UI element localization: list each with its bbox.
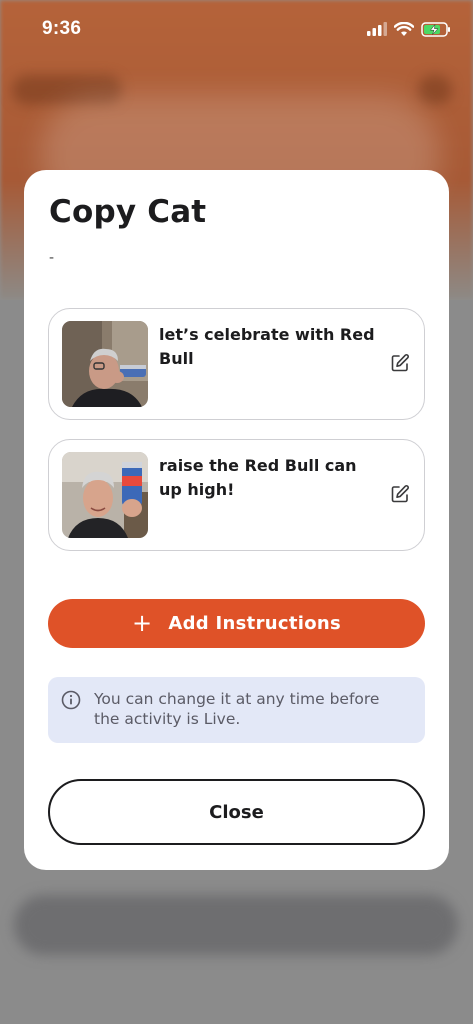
modal-subtitle: - [49,250,55,266]
instruction-card[interactable]: let’s celebrate with Red Bull [48,308,425,420]
status-icons [367,21,451,37]
copy-cat-modal: Copy Cat - let’s celebrate with Red Bull [24,170,449,870]
background-button [14,895,458,955]
instruction-thumbnail [62,452,148,538]
instruction-thumbnail [62,321,148,407]
modal-title: Copy Cat [49,194,207,230]
background-menu-nav [418,75,452,105]
instruction-text: raise the Red Bull can up high! [159,456,357,499]
plus-icon: + [131,608,153,637]
close-button[interactable]: Close [48,779,425,845]
edit-icon [391,354,409,372]
close-button-label: Close [209,801,264,823]
status-time: 9:36 [42,18,82,39]
edit-icon [391,485,409,503]
add-instructions-label: Add Instructions [168,613,342,634]
add-instructions-button[interactable]: + Add Instructions [48,599,425,648]
edit-instruction-button[interactable] [388,351,412,375]
edit-instruction-button[interactable] [388,482,412,506]
battery-charging-icon [421,21,450,37]
instruction-card[interactable]: raise the Red Bull can up high! [48,439,425,551]
status-bar: 9:36 [0,0,473,58]
wifi-icon [394,21,414,36]
info-icon [61,690,81,710]
instruction-text: let’s celebrate with Red Bull [159,325,375,368]
info-banner: You can change it at any time before the… [48,677,425,743]
signal-icon [367,22,387,36]
info-text: You can change it at any time before the… [94,690,380,728]
